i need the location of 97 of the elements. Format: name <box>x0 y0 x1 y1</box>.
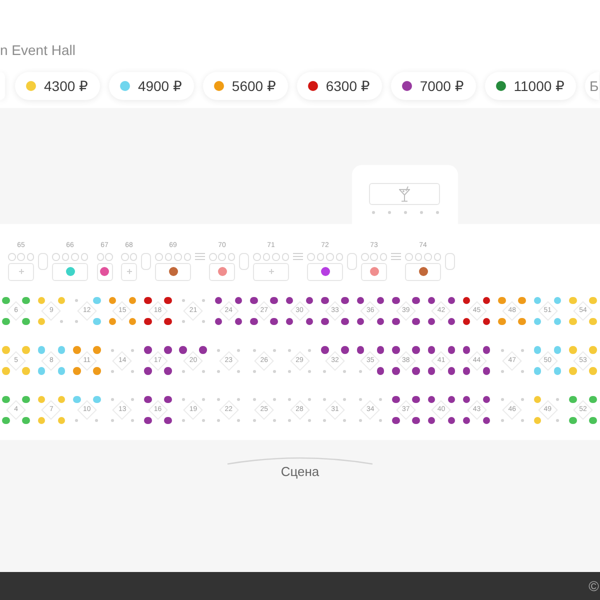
seat-icon[interactable] <box>462 318 470 326</box>
seat-icon[interactable] <box>286 318 294 326</box>
sofa-icon <box>141 253 151 270</box>
sofa-icon <box>239 253 249 270</box>
seat-icon[interactable] <box>144 396 152 404</box>
seat-icon[interactable] <box>144 416 152 424</box>
seat-icon[interactable] <box>428 346 436 354</box>
seat-icon[interactable] <box>270 296 278 304</box>
seat-icon[interactable] <box>179 346 187 354</box>
price-chip[interactable]: 4900 ₽ <box>108 72 194 100</box>
seat-icon[interactable] <box>144 296 152 304</box>
seat-icon[interactable] <box>376 318 384 326</box>
seat-icon[interactable] <box>214 296 222 304</box>
seat-icon[interactable] <box>168 267 178 276</box>
seat-icon[interactable] <box>482 346 490 354</box>
seat-icon[interactable] <box>448 367 456 375</box>
seat-icon[interactable] <box>306 318 314 326</box>
seat-icon[interactable] <box>462 346 470 354</box>
seat-icon[interactable] <box>164 296 172 304</box>
seat-icon[interactable] <box>412 346 420 354</box>
seat-icon[interactable] <box>356 318 364 326</box>
seat-icon[interactable] <box>428 416 436 424</box>
seat-icon[interactable] <box>286 296 294 304</box>
sofa-icon <box>347 253 357 270</box>
seat-icon[interactable] <box>462 296 470 304</box>
seat-icon[interactable] <box>164 318 172 326</box>
seat-icon[interactable] <box>462 367 470 375</box>
seat-icon[interactable] <box>392 416 400 424</box>
seat-icon[interactable] <box>376 346 384 354</box>
seat-icon[interactable] <box>250 318 258 326</box>
seat-icon[interactable] <box>356 296 364 304</box>
seat-icon[interactable] <box>100 267 109 276</box>
seat-icon[interactable] <box>321 318 329 326</box>
seat-icon[interactable] <box>164 346 172 354</box>
seat-icon[interactable] <box>448 346 456 354</box>
seat-icon[interactable] <box>356 346 364 354</box>
seat-icon[interactable] <box>412 296 420 304</box>
stage-label: Сцена <box>280 464 320 479</box>
seat-icon[interactable] <box>392 396 400 404</box>
seat-icon[interactable] <box>376 367 384 375</box>
seat-icon[interactable] <box>448 396 456 404</box>
seat-icon[interactable] <box>482 318 490 326</box>
sofa-icon <box>445 253 455 270</box>
venue-title: n Event Hall <box>0 42 76 58</box>
seat-icon[interactable] <box>428 367 436 375</box>
seat-icon[interactable] <box>392 367 400 375</box>
seat-icon[interactable] <box>144 346 152 354</box>
seat-icon[interactable] <box>448 416 456 424</box>
seat-icon[interactable] <box>234 296 242 304</box>
seat-icon[interactable] <box>341 296 349 304</box>
seat-icon[interactable] <box>376 296 384 304</box>
seat-icon[interactable] <box>482 416 490 424</box>
price-chip[interactable]: 6300 ₽ <box>296 72 382 100</box>
seat-icon[interactable] <box>321 296 329 304</box>
price-chip[interactable]: 5600 ₽ <box>202 72 288 100</box>
seat-icon[interactable] <box>250 296 258 304</box>
seat-icon[interactable] <box>164 416 172 424</box>
seat-icon[interactable] <box>320 267 330 276</box>
seat-icon[interactable] <box>234 318 242 326</box>
lines-icon <box>391 253 401 260</box>
seat-icon[interactable] <box>462 416 470 424</box>
seat-icon[interactable] <box>482 296 490 304</box>
seat-icon[interactable] <box>462 396 470 404</box>
seat-icon[interactable] <box>412 416 420 424</box>
seat-icon[interactable] <box>412 367 420 375</box>
seat-icon[interactable] <box>482 396 490 404</box>
seat-icon[interactable] <box>144 318 152 326</box>
seat-icon[interactable] <box>392 318 400 326</box>
seat-icon[interactable] <box>482 367 490 375</box>
seat-icon[interactable] <box>448 318 456 326</box>
price-chip[interactable]: 11000 ₽ <box>484 72 576 100</box>
seat-icon[interactable] <box>214 318 222 326</box>
lines-icon <box>195 253 205 260</box>
seat-icon[interactable] <box>199 346 207 354</box>
seat-icon[interactable] <box>448 296 456 304</box>
seat-icon[interactable] <box>144 367 152 375</box>
seat-icon[interactable] <box>428 296 436 304</box>
cocktail-icon <box>399 186 410 202</box>
seat-icon[interactable] <box>418 267 428 276</box>
seat-icon[interactable] <box>306 296 314 304</box>
seat-icon[interactable] <box>164 367 172 375</box>
sofa-icon <box>38 253 48 270</box>
seat-icon[interactable] <box>392 296 400 304</box>
seat-icon[interactable] <box>412 318 420 326</box>
seat-icon[interactable] <box>270 318 278 326</box>
price-chip[interactable]: 7000 ₽ <box>390 72 476 100</box>
seat-icon[interactable] <box>392 346 400 354</box>
lines-icon <box>293 253 303 260</box>
seat-icon[interactable] <box>164 396 172 404</box>
seat-icon[interactable] <box>428 396 436 404</box>
seat-icon[interactable] <box>321 346 329 354</box>
seat-icon[interactable] <box>341 318 349 326</box>
seat-icon[interactable] <box>412 396 420 404</box>
seat-icon[interactable] <box>428 318 436 326</box>
price-chip[interactable]: 4300 ₽ <box>15 72 100 100</box>
seat-icon[interactable] <box>341 346 349 354</box>
copyright-text: © <box>588 578 599 594</box>
